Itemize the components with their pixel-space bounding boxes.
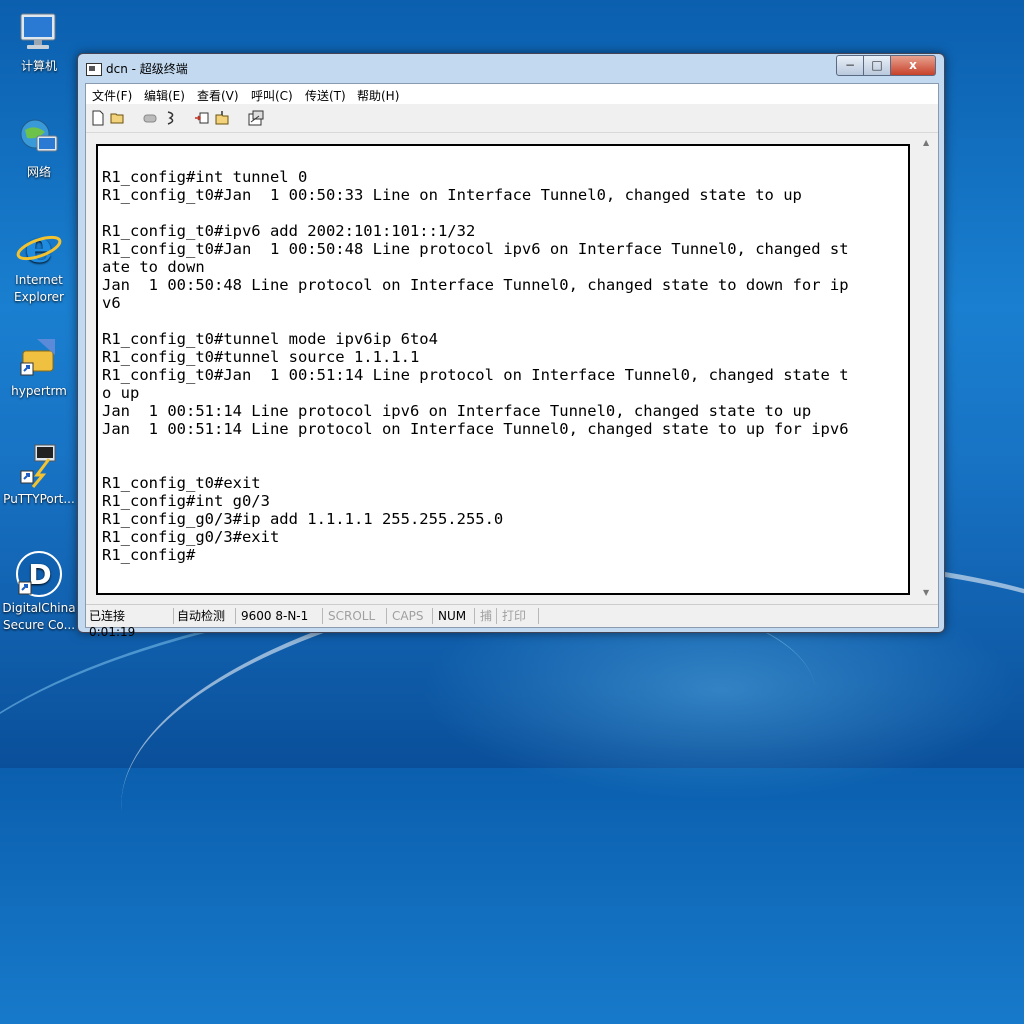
status-scroll: SCROLL [325, 608, 387, 624]
menu-call[interactable]: 呼叫(C) [251, 87, 293, 104]
scroll-down-icon[interactable]: ▼ [923, 588, 929, 597]
status-connection: 已连接 0:01:19 [86, 608, 174, 639]
status-detect: 自动检测 [174, 608, 236, 624]
terminal-line: Jan 1 00:51:14 Line protocol on Interfac… [102, 420, 849, 438]
terminal-line: v6 [102, 294, 121, 312]
disconnect-icon[interactable] [142, 110, 158, 126]
terminal-line: R1_config_t0#Jan 1 00:51:14 Line protoco… [102, 366, 849, 384]
terminal-line: ate to down [102, 258, 205, 276]
title-bar[interactable]: dcn - 超级终端 − □ x [78, 54, 944, 82]
svg-text:e: e [25, 222, 53, 270]
desktop-icon-label: DigitalChina Secure Co... [2, 601, 76, 632]
svg-text:D: D [28, 558, 51, 591]
desktop-icon-putty[interactable]: PuTTYPort... [0, 441, 78, 508]
terminal-line: o up [102, 384, 140, 402]
desktop-icon-label: Internet Explorer [14, 273, 64, 304]
terminal-line: R1_config_t0#exit [102, 474, 261, 492]
menu-edit[interactable]: 编辑(E) [144, 87, 185, 104]
desktop-icon-label: PuTTYPort... [3, 492, 75, 506]
hyperterminal-window: dcn - 超级终端 − □ x 文件(F) 编辑(E) 查看(V) 呼叫(C)… [77, 53, 945, 639]
toolbar [86, 106, 938, 133]
terminal-line: R1_config_t0#Jan 1 00:50:48 Line protoco… [102, 240, 849, 258]
terminal-line: R1_config_g0/3#exit [102, 528, 280, 546]
send-icon[interactable] [194, 110, 210, 126]
internet-explorer-icon: e [15, 222, 63, 273]
terminal-line: R1_config_t0#ipv6 add 2002:101:101::1/32 [102, 222, 476, 240]
terminal-line: R1_config_t0#tunnel source 1.1.1.1 [102, 348, 420, 366]
minimize-button[interactable]: − [836, 55, 864, 76]
vertical-scrollbar[interactable]: ▲ ▼ [920, 134, 937, 602]
terminal-line: R1_config_t0#tunnel mode ipv6ip 6to4 [102, 330, 438, 348]
hyperterminal-icon [15, 333, 63, 381]
desktop-icon-digitalchina[interactable]: D DigitalChina Secure Co... [0, 550, 78, 634]
menu-view[interactable]: 查看(V) [197, 87, 239, 104]
receive-icon[interactable] [214, 110, 230, 126]
new-icon[interactable] [90, 110, 106, 126]
status-port-settings: 9600 8-N-1 [238, 608, 323, 624]
desktop-icon-internet-explorer[interactable]: e Internet Explorer [0, 222, 78, 306]
status-bar: 已连接 0:01:19 自动检测 9600 8-N-1 SCROLL CAPS … [86, 604, 938, 639]
menu-transfer[interactable]: 传送(T) [305, 87, 346, 104]
terminal-line: Jan 1 00:51:14 Line protocol ipv6 on Int… [102, 402, 812, 420]
dial-icon[interactable] [164, 110, 180, 126]
terminal-output[interactable]: R1_config#int tunnel 0 R1_config_t0#Jan 1… [102, 168, 906, 564]
window-client: 文件(F) 编辑(E) 查看(V) 呼叫(C) 传送(T) 帮助(H) R1_c… [85, 83, 939, 639]
putty-icon [15, 441, 63, 489]
menu-file[interactable]: 文件(F) [92, 87, 132, 104]
maximize-button[interactable]: □ [863, 55, 891, 76]
desktop-icon-label: hypertrm [11, 384, 67, 398]
terminal-line: R1_config#int tunnel 0 [102, 168, 308, 186]
menu-bar: 文件(F) 编辑(E) 查看(V) 呼叫(C) 传送(T) 帮助(H) [86, 84, 938, 104]
status-capture: 捕 [477, 608, 497, 624]
status-num: NUM [435, 608, 475, 624]
terminal-line: Jan 1 00:50:48 Line protocol on Interfac… [102, 276, 849, 294]
scroll-up-icon[interactable]: ▲ [923, 138, 929, 147]
desktop-icon-label: 网络 [26, 165, 51, 179]
app-icon[interactable] [86, 63, 102, 76]
terminal-screen[interactable]: R1_config#int tunnel 0 R1_config_t0#Jan 1… [96, 144, 910, 595]
terminal-line: R1_config_g0/3#ip add 1.1.1.1 255.255.25… [102, 510, 504, 528]
status-print: 打印 [499, 608, 539, 624]
network-icon [15, 114, 63, 162]
terminal-line: R1_config#int g0/3 [102, 492, 270, 510]
open-icon[interactable] [110, 110, 126, 126]
properties-icon[interactable] [248, 110, 264, 126]
status-caps: CAPS [389, 608, 433, 624]
terminal-line: R1_config# [102, 546, 196, 564]
desktop-icon-label: 计算机 [20, 59, 57, 73]
desktop-icon-hypertrm[interactable]: hypertrm [0, 333, 78, 400]
close-button[interactable]: x [890, 55, 936, 76]
desktop-icon-computer[interactable]: 计算机 [0, 8, 78, 75]
computer-icon [15, 8, 63, 56]
terminal-line: R1_config_t0#Jan 1 00:50:33 Line on Inte… [102, 186, 802, 204]
desktop-icon-network[interactable]: 网络 [0, 114, 78, 181]
digitalchina-icon: D [15, 550, 63, 598]
window-title: dcn - 超级终端 [106, 62, 188, 76]
menu-help[interactable]: 帮助(H) [357, 87, 399, 104]
